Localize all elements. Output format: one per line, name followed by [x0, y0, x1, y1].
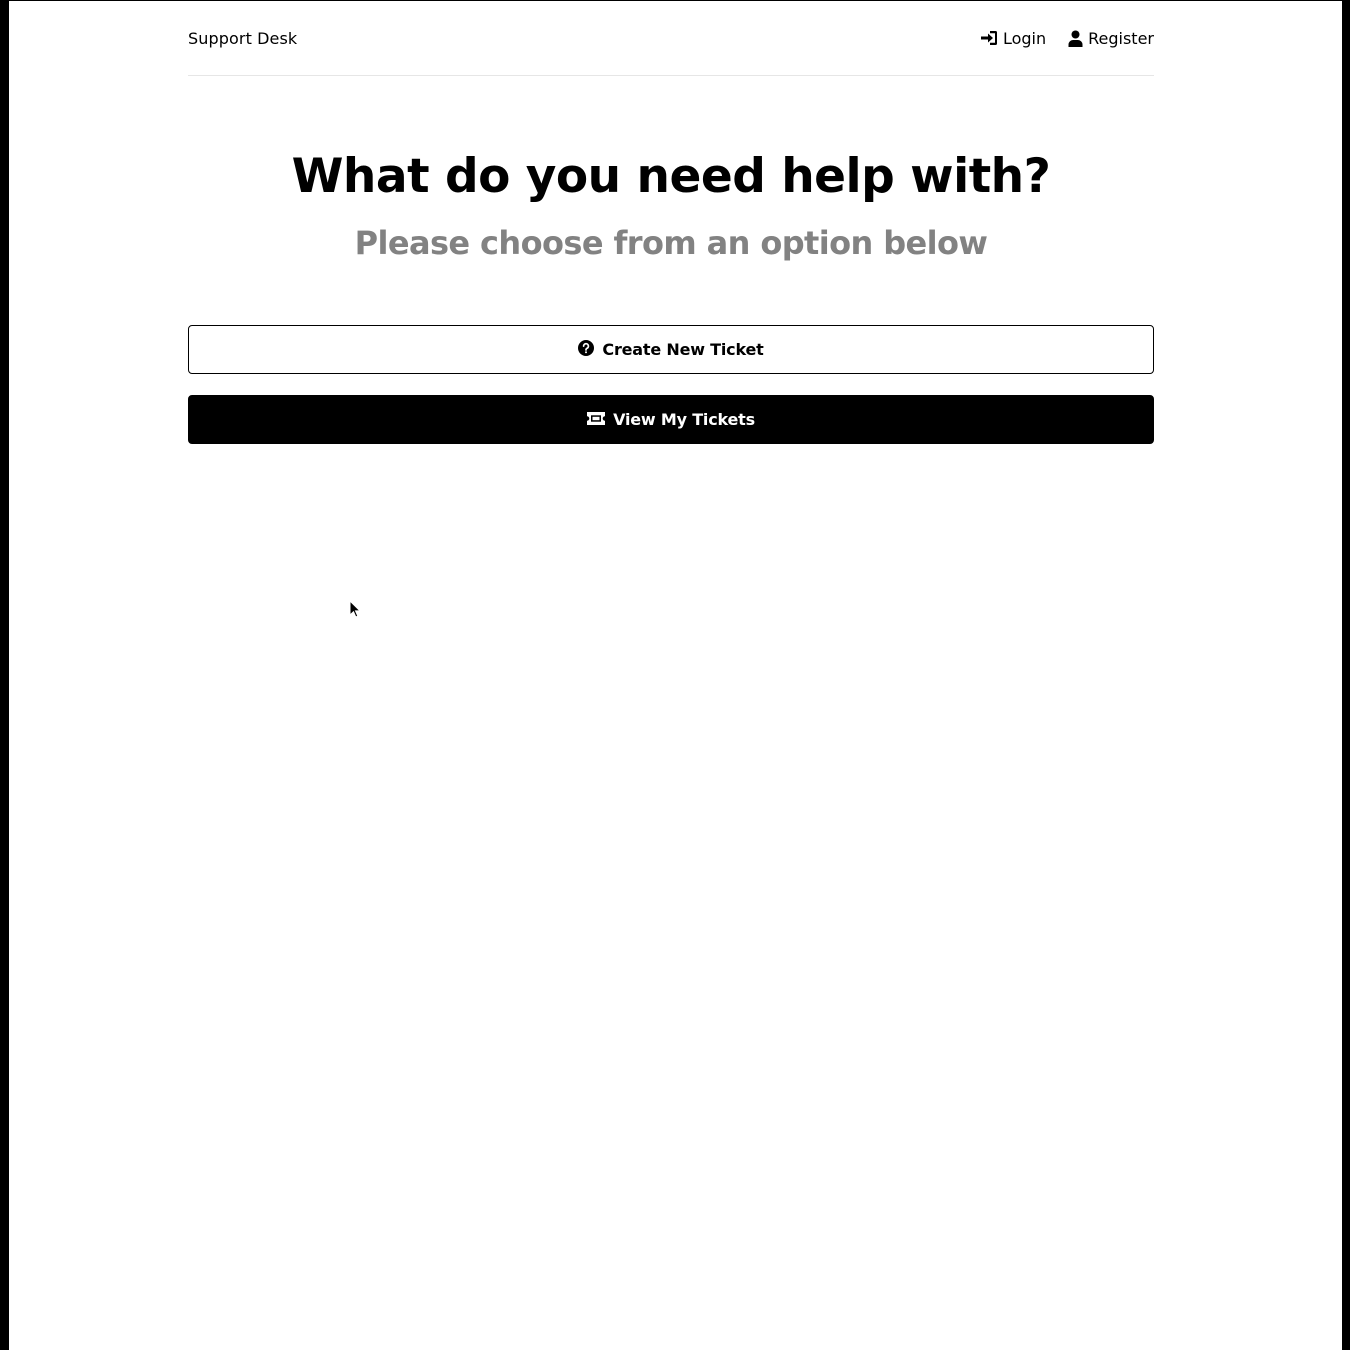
sign-in-icon	[980, 30, 998, 46]
ticket-icon	[587, 410, 606, 429]
question-circle-icon	[578, 339, 595, 360]
page-container: Support Desk Login Register What do you …	[188, 1, 1154, 444]
hero-section: What do you need help with? Please choos…	[188, 76, 1154, 263]
user-icon	[1068, 30, 1083, 47]
register-label: Register	[1088, 28, 1154, 48]
create-new-ticket-button[interactable]: Create New Ticket	[188, 325, 1154, 374]
page-subtitle: Please choose from an option below	[354, 224, 988, 262]
login-link[interactable]: Login	[980, 29, 1046, 48]
login-label: Login	[1002, 28, 1047, 48]
header-nav: Login Register	[980, 29, 1154, 48]
site-header: Support Desk Login Register	[188, 1, 1154, 76]
page-title: What do you need help with?	[291, 149, 1051, 204]
view-my-tickets-label: View My Tickets	[613, 410, 755, 429]
view-my-tickets-button[interactable]: View My Tickets	[188, 395, 1154, 444]
mouse-cursor-icon	[349, 599, 362, 624]
register-link[interactable]: Register	[1068, 29, 1154, 48]
browser-viewport: Support Desk Login Register What do you …	[9, 1, 1342, 1350]
brand-link[interactable]: Support Desk	[188, 29, 297, 48]
create-new-ticket-label: Create New Ticket	[602, 340, 764, 359]
